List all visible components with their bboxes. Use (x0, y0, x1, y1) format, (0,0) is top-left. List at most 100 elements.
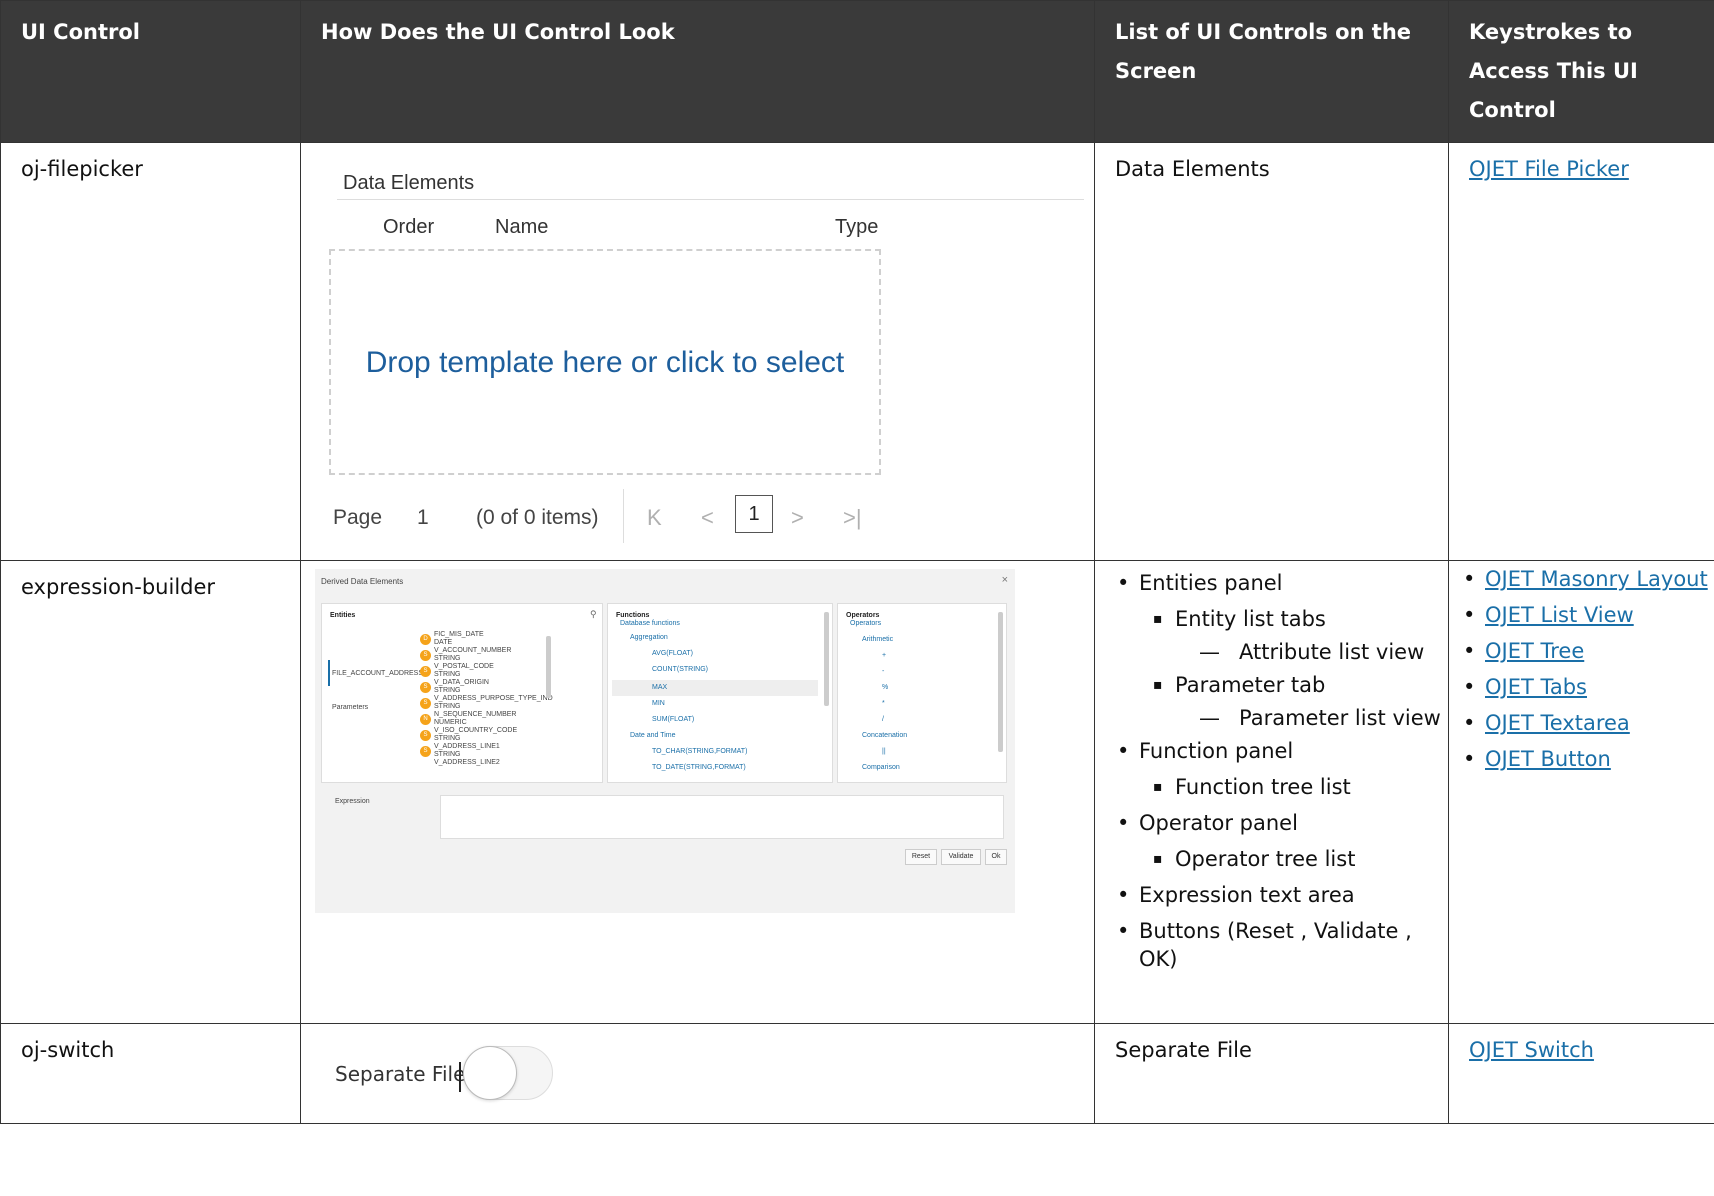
control-name: oj-filepicker (0, 142, 301, 561)
attribute-badge: S (420, 666, 431, 677)
attribute-name: V_ACCOUNT_NUMBER (434, 647, 512, 654)
ok-button[interactable]: Ok (985, 849, 1007, 865)
item-count: (0 of 0 items) (476, 506, 599, 529)
controls-list-cell: Entities panel Entity list tabs Attribut… (1094, 560, 1449, 1024)
header-row: UI Control How Does the UI Control Look … (0, 0, 1714, 143)
focus-cursor (459, 1062, 461, 1092)
attribute-type: STRING (434, 655, 461, 662)
table-row: expression-builder Derived Data Elements… (0, 560, 1714, 1024)
pagination: Page 1 (0 of 0 items) K < 1 > >| (321, 489, 881, 549)
pager-divider (623, 489, 624, 543)
previous-page-icon[interactable]: < (701, 503, 714, 532)
header-look: How Does the UI Control Look (300, 0, 1095, 143)
last-page-icon[interactable]: >| (843, 503, 862, 532)
ojet-file-picker-link[interactable]: OJET File Picker (1469, 157, 1629, 181)
column-name: Name (495, 216, 549, 238)
list-item: Buttons (Reset , Validate , OK) (1117, 913, 1448, 973)
page-number: 1 (417, 506, 429, 529)
attribute-type: STRING (434, 735, 461, 742)
ojet-switch-link[interactable]: OJET Switch (1469, 1038, 1594, 1062)
scrollbar[interactable] (824, 612, 829, 706)
search-icon[interactable]: ⚲ (590, 610, 597, 619)
tree-node[interactable]: / (882, 716, 884, 724)
tree-node[interactable]: - (882, 668, 884, 676)
attribute-name: V_ISO_COUNTRY_CODE (434, 727, 518, 734)
next-page-icon[interactable]: > (791, 503, 804, 532)
list-item: Parameter tab Parameter list view (1153, 667, 1448, 733)
close-icon[interactable]: × (1002, 575, 1008, 586)
attribute-badge: S (420, 698, 431, 709)
tree-node[interactable]: Operators (850, 620, 881, 628)
attribute-name: V_ADDRESS_LINE2 (434, 759, 500, 766)
tree-node[interactable]: MIN (652, 700, 665, 708)
tree-node[interactable]: Aggregation (630, 634, 668, 642)
attribute-name: V_DATA_ORIGIN (434, 679, 489, 686)
tree-node[interactable]: % (882, 684, 888, 692)
expression-builder-dialog: Derived Data Elements × Entities ⚲ FILE_… (315, 569, 1015, 913)
header-controls-list: List of UI Controls on the Screen (1094, 0, 1449, 143)
page-label: Page (333, 506, 383, 529)
first-page-icon[interactable]: K (647, 503, 662, 532)
tree-node[interactable]: * (882, 700, 885, 708)
attribute-name: N_SEQUENCE_NUMBER (434, 711, 517, 718)
tree-node[interactable]: COUNT(STRING) (652, 666, 708, 674)
switch-label: Separate File (335, 1062, 466, 1086)
tree-node[interactable]: + (882, 652, 886, 660)
list-item: Parameter list view (1191, 703, 1448, 733)
filepicker-preview: Data Elements Order Name Type Drop templ… (300, 142, 1095, 561)
attribute-name: V_POSTAL_CODE (434, 663, 494, 670)
attribute-badge: N (420, 714, 431, 725)
list-item: Expression text area (1117, 877, 1448, 913)
tree-node[interactable]: AVG(FLOAT) (652, 650, 693, 658)
expression-label: Expression (335, 798, 370, 805)
list-item: Operator panel Operator tree list (1117, 805, 1448, 877)
selected-row (612, 680, 818, 696)
active-tab-indicator (328, 660, 330, 686)
ojet-tree-link[interactable]: OJET Tree (1485, 639, 1584, 663)
table-row: oj-switch Separate File Separate File OJ… (0, 1023, 1714, 1124)
entity-tab-parameters[interactable]: Parameters (332, 704, 368, 712)
switch-knob[interactable] (463, 1046, 517, 1100)
file-drop-zone[interactable]: Drop template here or click to select (329, 249, 881, 475)
tree-node[interactable]: Arithmetic (862, 636, 893, 644)
entities-panel: Entities ⚲ FILE_ACCOUNT_ADDRESS Paramete… (321, 603, 603, 783)
scrollbar[interactable] (546, 636, 551, 698)
controls-list-cell: Separate File (1094, 1023, 1449, 1124)
functions-panel: Functions Database functions Aggregation… (607, 603, 833, 783)
entity-tab-file-account-address[interactable]: FILE_ACCOUNT_ADDRESS (332, 670, 423, 678)
expression-textarea[interactable] (440, 795, 1004, 839)
tree-node[interactable]: MAX (652, 684, 667, 692)
switch-preview: Separate File (300, 1023, 1095, 1124)
tree-node[interactable]: Comparison (862, 764, 900, 772)
attribute-badge: D (420, 634, 431, 645)
attribute-type: STRING (434, 671, 461, 678)
tree-node[interactable]: || (882, 748, 886, 756)
keystrokes-cell: OJET Masonry Layout OJET List View OJET … (1448, 560, 1714, 1024)
scrollbar[interactable] (998, 612, 1003, 752)
tree-node[interactable]: SUM(FLOAT) (652, 716, 694, 724)
controls-list-cell: Data Elements (1094, 142, 1449, 561)
controls-list: Entities panel Entity list tabs Attribut… (1095, 565, 1448, 973)
ojet-tabs-link[interactable]: OJET Tabs (1485, 675, 1587, 699)
validate-button[interactable]: Validate (941, 849, 981, 865)
ojet-textarea-link[interactable]: OJET Textarea (1485, 711, 1630, 735)
tree-node[interactable]: TO_CHAR(STRING,FORMAT) (652, 748, 747, 756)
keystrokes-cell: OJET File Picker (1448, 142, 1714, 561)
functions-header: Functions (616, 612, 650, 619)
drop-zone-text: Drop template here or click to select (365, 345, 845, 379)
tree-node[interactable]: Concatenation (862, 732, 907, 740)
ui-controls-table: UI Control How Does the UI Control Look … (0, 0, 1714, 1124)
control-name: expression-builder (0, 560, 301, 1024)
reset-button[interactable]: Reset (905, 849, 937, 865)
current-page-button[interactable]: 1 (735, 495, 773, 533)
ojet-list-view-link[interactable]: OJET List View (1485, 603, 1634, 627)
ojet-masonry-layout-link[interactable]: OJET Masonry Layout (1485, 567, 1708, 591)
ojet-button-link[interactable]: OJET Button (1485, 747, 1611, 771)
header-ui-control: UI Control (0, 0, 301, 143)
tree-node[interactable]: Database functions (620, 620, 680, 628)
attribute-badge: S (420, 746, 431, 757)
operators-panel: Operators Operators Arithmetic + - % * /… (837, 603, 1007, 783)
tree-node[interactable]: TO_DATE(STRING,FORMAT) (652, 764, 746, 772)
attribute-name: V_ADDRESS_LINE1 (434, 743, 500, 750)
tree-node[interactable]: Date and Time (630, 732, 676, 740)
